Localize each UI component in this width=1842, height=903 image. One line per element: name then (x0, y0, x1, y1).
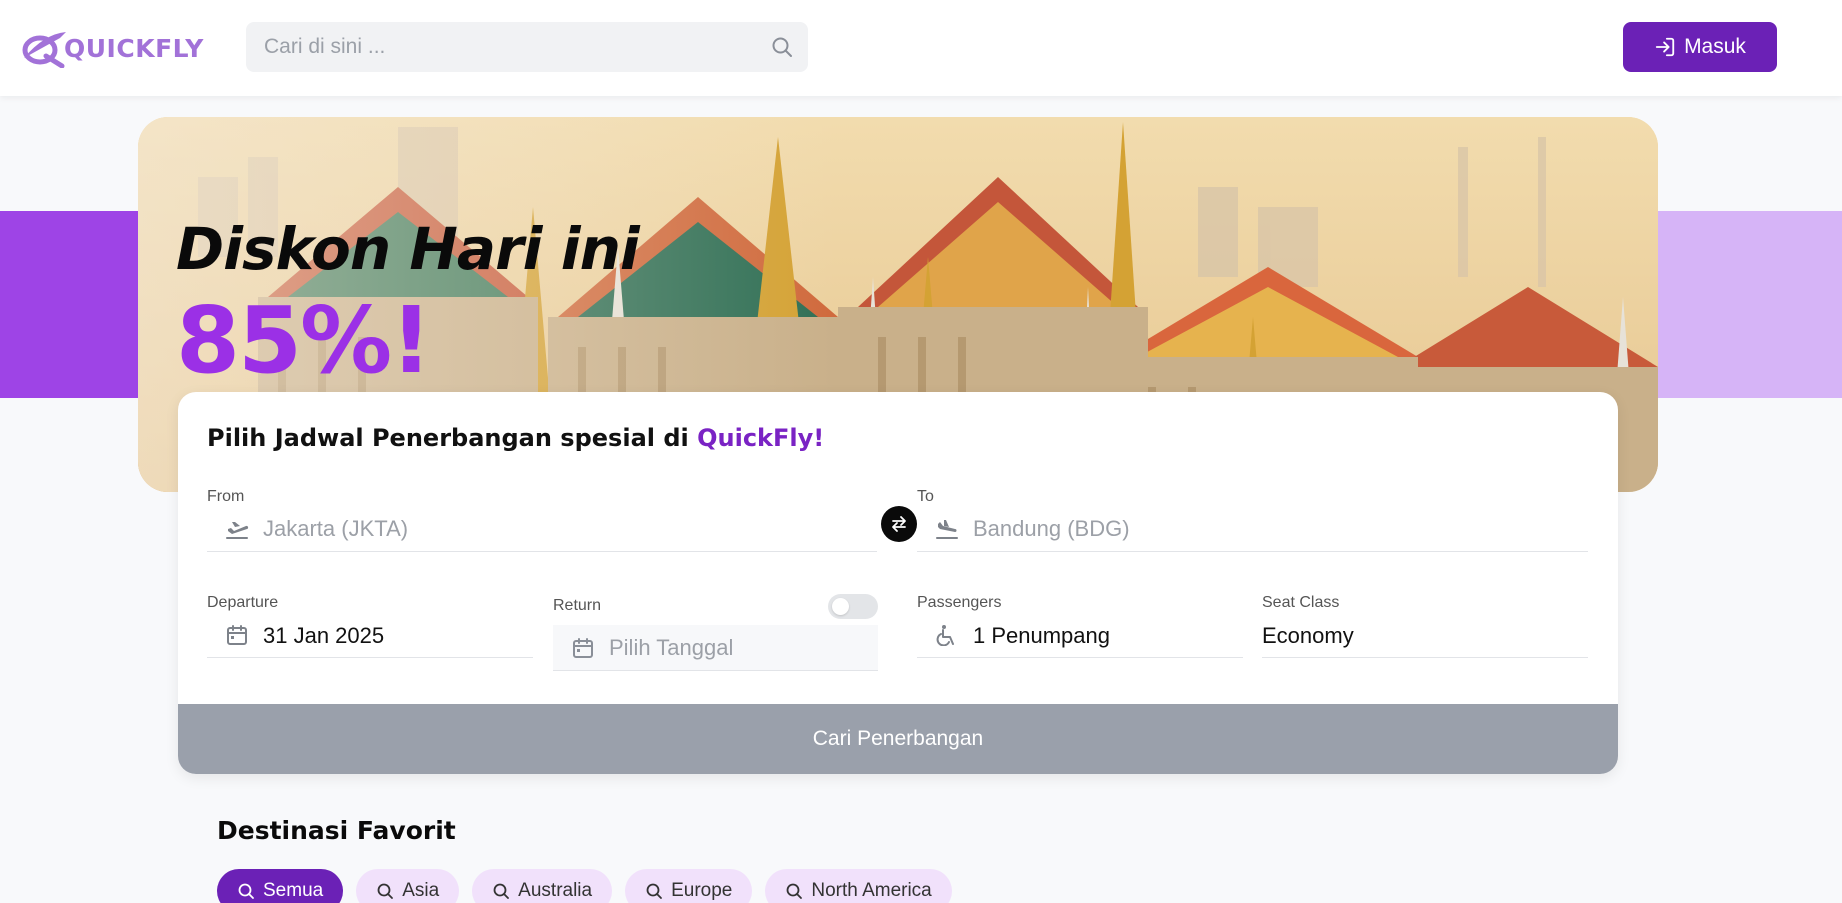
seat-class-value: Economy (1262, 623, 1354, 648)
search-icon (377, 883, 394, 899)
top-header: QUICKFLY Masuk (0, 0, 1842, 96)
calendar-icon (227, 625, 247, 645)
search-icon (786, 883, 803, 899)
chip-australia[interactable]: Australia (472, 869, 613, 903)
decor-stripe-right (1640, 211, 1842, 398)
toggle-knob (832, 598, 849, 615)
seat-class-label: Seat Class (1262, 594, 1340, 611)
chip-north-america[interactable]: North America (765, 869, 952, 903)
chip-label: Asia (402, 880, 440, 901)
search-flights-label: Cari Penerbangan (812, 727, 984, 750)
swap-icon (892, 516, 906, 532)
from-label: From (207, 488, 245, 505)
search-icon (238, 883, 254, 899)
return-input[interactable] (609, 631, 874, 665)
logo-plane-icon (22, 32, 66, 68)
from-input[interactable] (263, 512, 873, 546)
to-label: To (917, 488, 934, 505)
chip-label: Australia (518, 880, 593, 901)
flight-search-card: Pilih Jadwal Penerbangan spesial di Quic… (178, 392, 1618, 774)
departure-value: 31 Jan 2025 (263, 623, 385, 648)
departure-label: Departure (207, 594, 279, 611)
hero-discount: 85%! (176, 287, 432, 394)
return-toggle[interactable] (828, 594, 878, 619)
calendar-icon (573, 638, 593, 658)
chip-europe[interactable]: Europe (625, 869, 753, 903)
chip-label: North America (811, 880, 932, 901)
logo-text: QUICKFLY (64, 33, 204, 63)
wheelchair-icon (936, 625, 954, 646)
search-icon (646, 883, 662, 899)
passengers-label: Passengers (917, 594, 1002, 611)
return-field[interactable] (553, 625, 878, 671)
passengers-value: 1 Penumpang (973, 623, 1110, 648)
search-icon (493, 883, 510, 899)
search-input[interactable] (264, 22, 744, 72)
hero-title: Diskon Hari ini (176, 215, 640, 283)
card-title: Pilih Jadwal Penerbangan spesial di Quic… (207, 424, 824, 452)
search-icon[interactable] (770, 35, 794, 59)
favorites-filter-chips: Semua Asia Australia Europe North Americ… (217, 869, 965, 903)
card-title-text: Pilih Jadwal Penerbangan spesial di (207, 424, 698, 452)
swap-button[interactable] (881, 506, 917, 542)
seat-class-select[interactable]: Economy (1262, 612, 1588, 658)
login-label: Masuk (1684, 35, 1746, 58)
login-button[interactable]: Masuk (1623, 22, 1777, 72)
quickfly-logo[interactable]: QUICKFLY (16, 28, 204, 68)
chip-asia[interactable]: Asia (356, 869, 460, 903)
from-field[interactable] (207, 506, 877, 552)
landing-icon (936, 520, 958, 539)
to-input[interactable] (973, 512, 1584, 546)
login-arrow-icon (1655, 37, 1675, 57)
to-field[interactable] (917, 506, 1588, 552)
decor-stripe-left (0, 211, 160, 398)
chip-semua[interactable]: Semua (217, 869, 344, 903)
card-title-brand: QuickFly! (697, 424, 825, 452)
return-label: Return (553, 597, 602, 614)
chip-label: Semua (263, 880, 324, 901)
search-flights-button[interactable]: Cari Penerbangan (178, 704, 1618, 774)
chip-label: Europe (671, 880, 733, 901)
departure-field[interactable]: 31 Jan 2025 (207, 612, 533, 658)
favorites-title: Destinasi Favorit (217, 816, 456, 845)
passengers-field[interactable]: 1 Penumpang (917, 612, 1243, 658)
search-bar[interactable] (246, 22, 808, 72)
takeoff-icon (226, 522, 249, 539)
